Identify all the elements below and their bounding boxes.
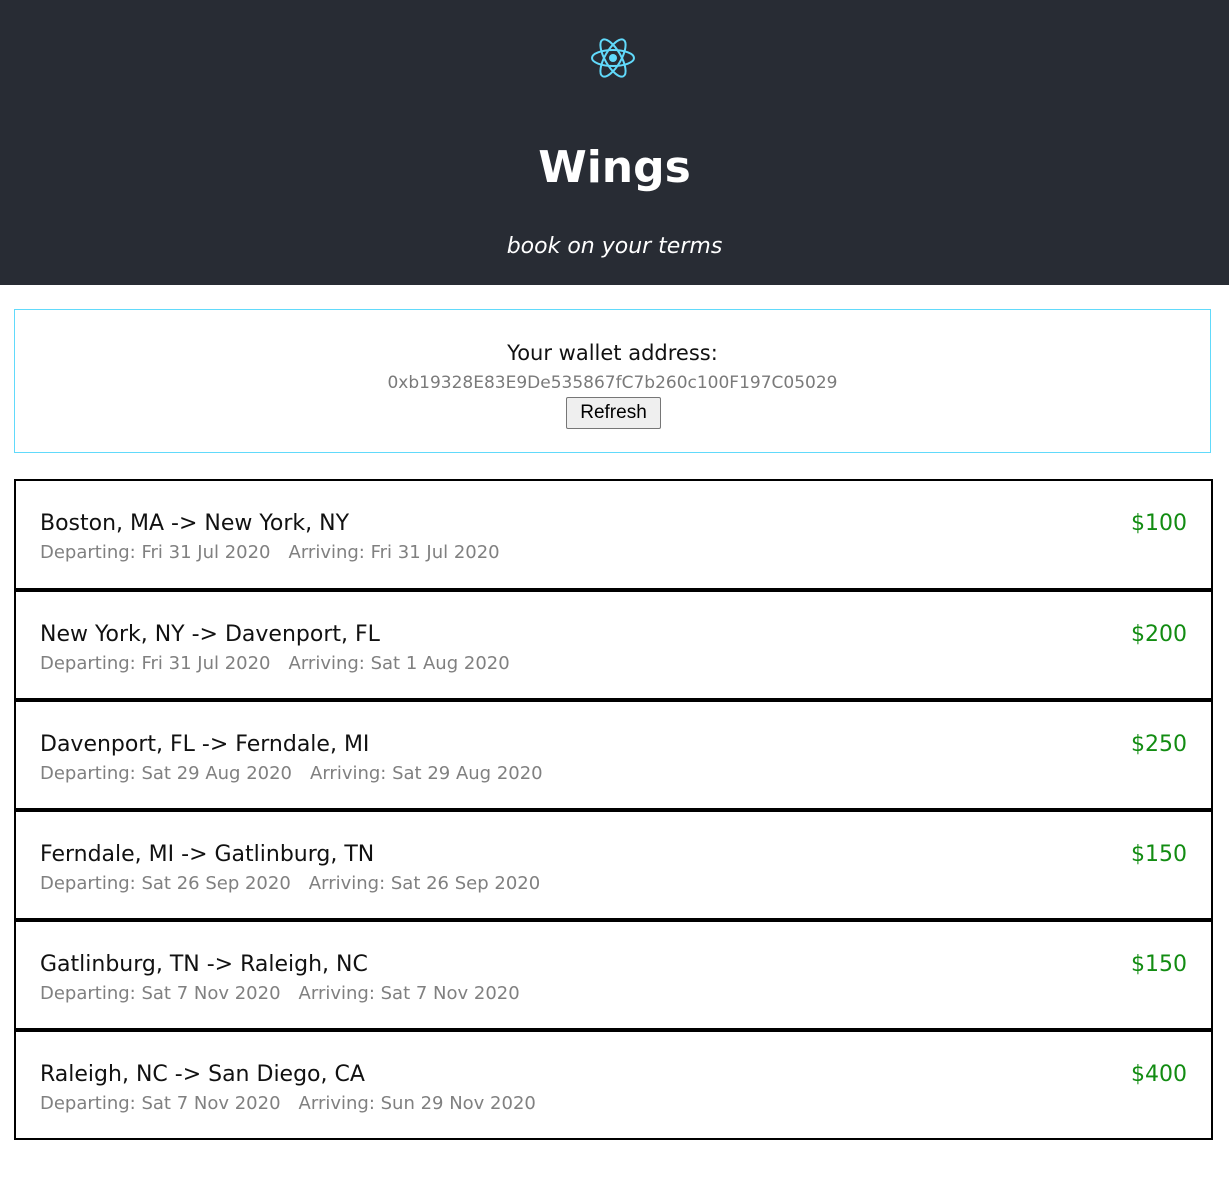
departing-time: Departing: Fri 31 Jul 2020 bbox=[40, 542, 271, 563]
flight-price: $400 bbox=[1131, 1062, 1187, 1087]
flight-route: Davenport, FL -> Ferndale, MI bbox=[40, 732, 370, 757]
arriving-time: Arriving: Sat 1 Aug 2020 bbox=[288, 653, 510, 674]
flight-price: $250 bbox=[1131, 732, 1187, 757]
arriving-time: Arriving: Sat 7 Nov 2020 bbox=[298, 983, 520, 1004]
app-tagline: book on your terms bbox=[506, 234, 723, 259]
flight-times: Departing: Sat 26 Sep 2020 Arriving: Sat … bbox=[40, 872, 540, 896]
wallet-label: Your wallet address: bbox=[507, 341, 718, 365]
wallet-panel: Your wallet address: 0xb19328E83E9De5358… bbox=[14, 309, 1211, 453]
flight-times: Departing: Sat 29 Aug 2020 Arriving: Sat … bbox=[40, 762, 543, 786]
flight-route: Ferndale, MI -> Gatlinburg, TN bbox=[40, 842, 375, 867]
flight-times: Departing: Sat 7 Nov 2020 Arriving: Sat 7… bbox=[40, 982, 520, 1006]
flight-list: Boston, MA -> New York, NY Departing: Fr… bbox=[14, 479, 1213, 1140]
arriving-time: Arriving: Sat 29 Aug 2020 bbox=[310, 763, 543, 784]
departing-time: Departing: Sat 7 Nov 2020 bbox=[40, 1093, 281, 1114]
flight-card[interactable]: Raleigh, NC -> San Diego, CA Departing: … bbox=[14, 1029, 1213, 1140]
flight-price: $200 bbox=[1131, 622, 1187, 647]
react-atom-icon bbox=[591, 38, 635, 78]
flight-card[interactable]: Boston, MA -> New York, NY Departing: Fr… bbox=[14, 479, 1213, 590]
departing-time: Departing: Fri 31 Jul 2020 bbox=[40, 653, 271, 674]
departing-time: Departing: Sat 29 Aug 2020 bbox=[40, 763, 293, 784]
flight-times: Departing: Fri 31 Jul 2020 Arriving: Fri … bbox=[40, 541, 500, 565]
arriving-time: Arriving: Fri 31 Jul 2020 bbox=[288, 542, 500, 563]
flight-card[interactable]: Ferndale, MI -> Gatlinburg, TN Departing… bbox=[14, 809, 1213, 920]
flight-route: Gatlinburg, TN -> Raleigh, NC bbox=[40, 952, 368, 977]
flight-times: Departing: Fri 31 Jul 2020 Arriving: Sat … bbox=[40, 652, 510, 676]
arriving-time: Arriving: Sun 29 Nov 2020 bbox=[298, 1093, 536, 1114]
flight-card[interactable]: Gatlinburg, TN -> Raleigh, NC Departing:… bbox=[14, 919, 1213, 1030]
app-header: Wings book on your terms bbox=[0, 0, 1229, 285]
wallet-address: 0xb19328E83E9De535867fC7b260c100F197C050… bbox=[387, 373, 838, 393]
flight-card[interactable]: New York, NY -> Davenport, FL Departing:… bbox=[14, 589, 1213, 700]
departing-time: Departing: Sat 26 Sep 2020 bbox=[40, 873, 291, 894]
flight-route: Boston, MA -> New York, NY bbox=[40, 511, 350, 536]
app-title: Wings bbox=[538, 142, 691, 193]
refresh-button[interactable]: Refresh bbox=[566, 397, 661, 429]
flight-card[interactable]: Davenport, FL -> Ferndale, MI Departing:… bbox=[14, 699, 1213, 810]
flight-price: $150 bbox=[1131, 952, 1187, 977]
arriving-time: Arriving: Sat 26 Sep 2020 bbox=[308, 873, 541, 894]
flight-route: New York, NY -> Davenport, FL bbox=[40, 622, 380, 647]
flight-route: Raleigh, NC -> San Diego, CA bbox=[40, 1062, 365, 1087]
flight-price: $150 bbox=[1131, 842, 1187, 867]
flight-price: $100 bbox=[1131, 511, 1187, 536]
flight-times: Departing: Sat 7 Nov 2020 Arriving: Sun 2… bbox=[40, 1092, 536, 1116]
departing-time: Departing: Sat 7 Nov 2020 bbox=[40, 983, 281, 1004]
